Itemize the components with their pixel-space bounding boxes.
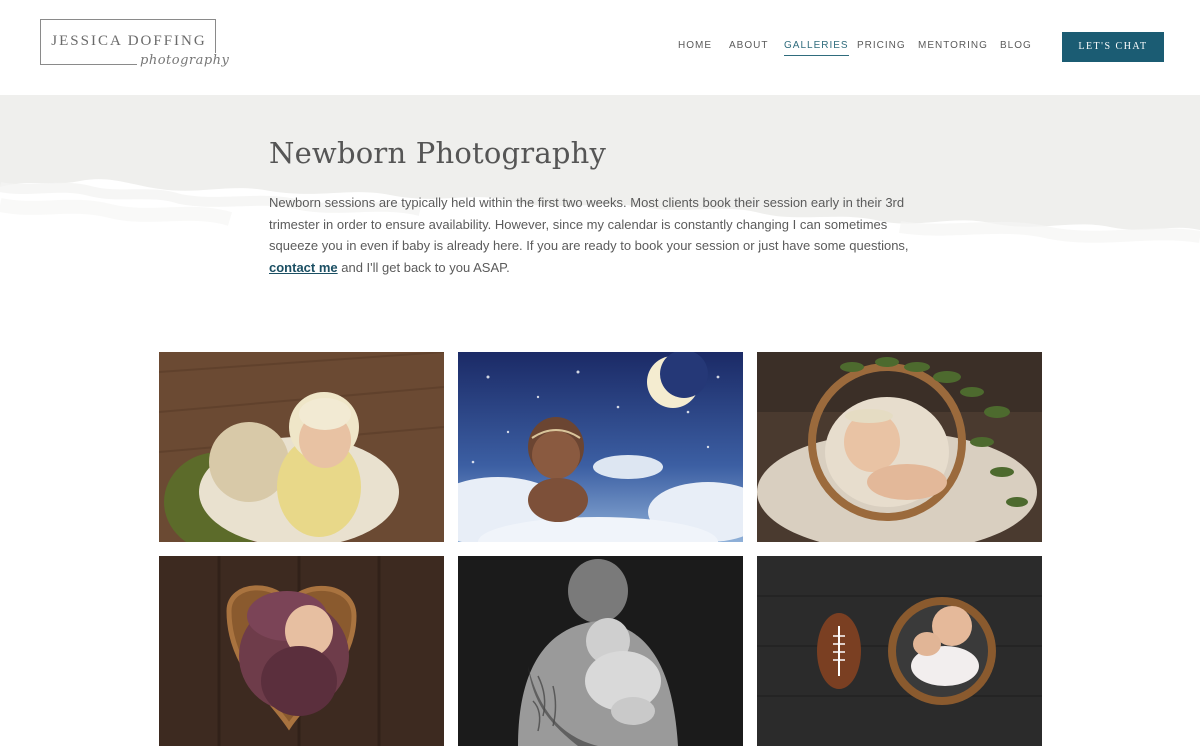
nav-item-blog[interactable]: BLOG <box>1000 40 1032 51</box>
nav-item-mentoring[interactable]: MENTORING <box>918 40 988 51</box>
hero-section: Newborn Photography Newborn sessions are… <box>0 95 1200 325</box>
brand-logo[interactable]: JESSICA DOFFING photography <box>40 19 233 68</box>
site-header: JESSICA DOFFING photography HOME ABOUT G… <box>0 0 1200 95</box>
brand-script: photography <box>137 53 233 68</box>
photo-baby-basket-greenery[interactable] <box>757 352 1042 542</box>
photo-baby-football-bowl[interactable] <box>757 556 1042 746</box>
page-title: Newborn Photography <box>269 136 607 170</box>
nav-item-about[interactable]: ABOUT <box>729 40 768 51</box>
contact-me-link[interactable]: contact me <box>269 260 338 275</box>
hero-text-after: and I'll get back to you ASAP. <box>337 259 510 275</box>
photo-baby-heart-bowl[interactable] <box>159 556 444 746</box>
nav-item-pricing[interactable]: PRICING <box>857 40 906 51</box>
photo-baby-moon-clouds[interactable] <box>458 352 743 542</box>
nav-item-galleries[interactable]: GALLERIES <box>784 40 849 56</box>
nav-item-home[interactable]: HOME <box>678 40 712 51</box>
photo-baby-yellow-wrap[interactable] <box>159 352 444 542</box>
photo-father-holding-baby[interactable] <box>458 556 743 746</box>
lets-chat-button[interactable]: LET'S CHAT <box>1062 32 1164 62</box>
brand-name: JESSICA DOFFING <box>51 33 207 49</box>
hero-text-before: Newborn sessions are typically held with… <box>269 195 909 253</box>
hero-description: Newborn sessions are typically held with… <box>269 192 935 278</box>
